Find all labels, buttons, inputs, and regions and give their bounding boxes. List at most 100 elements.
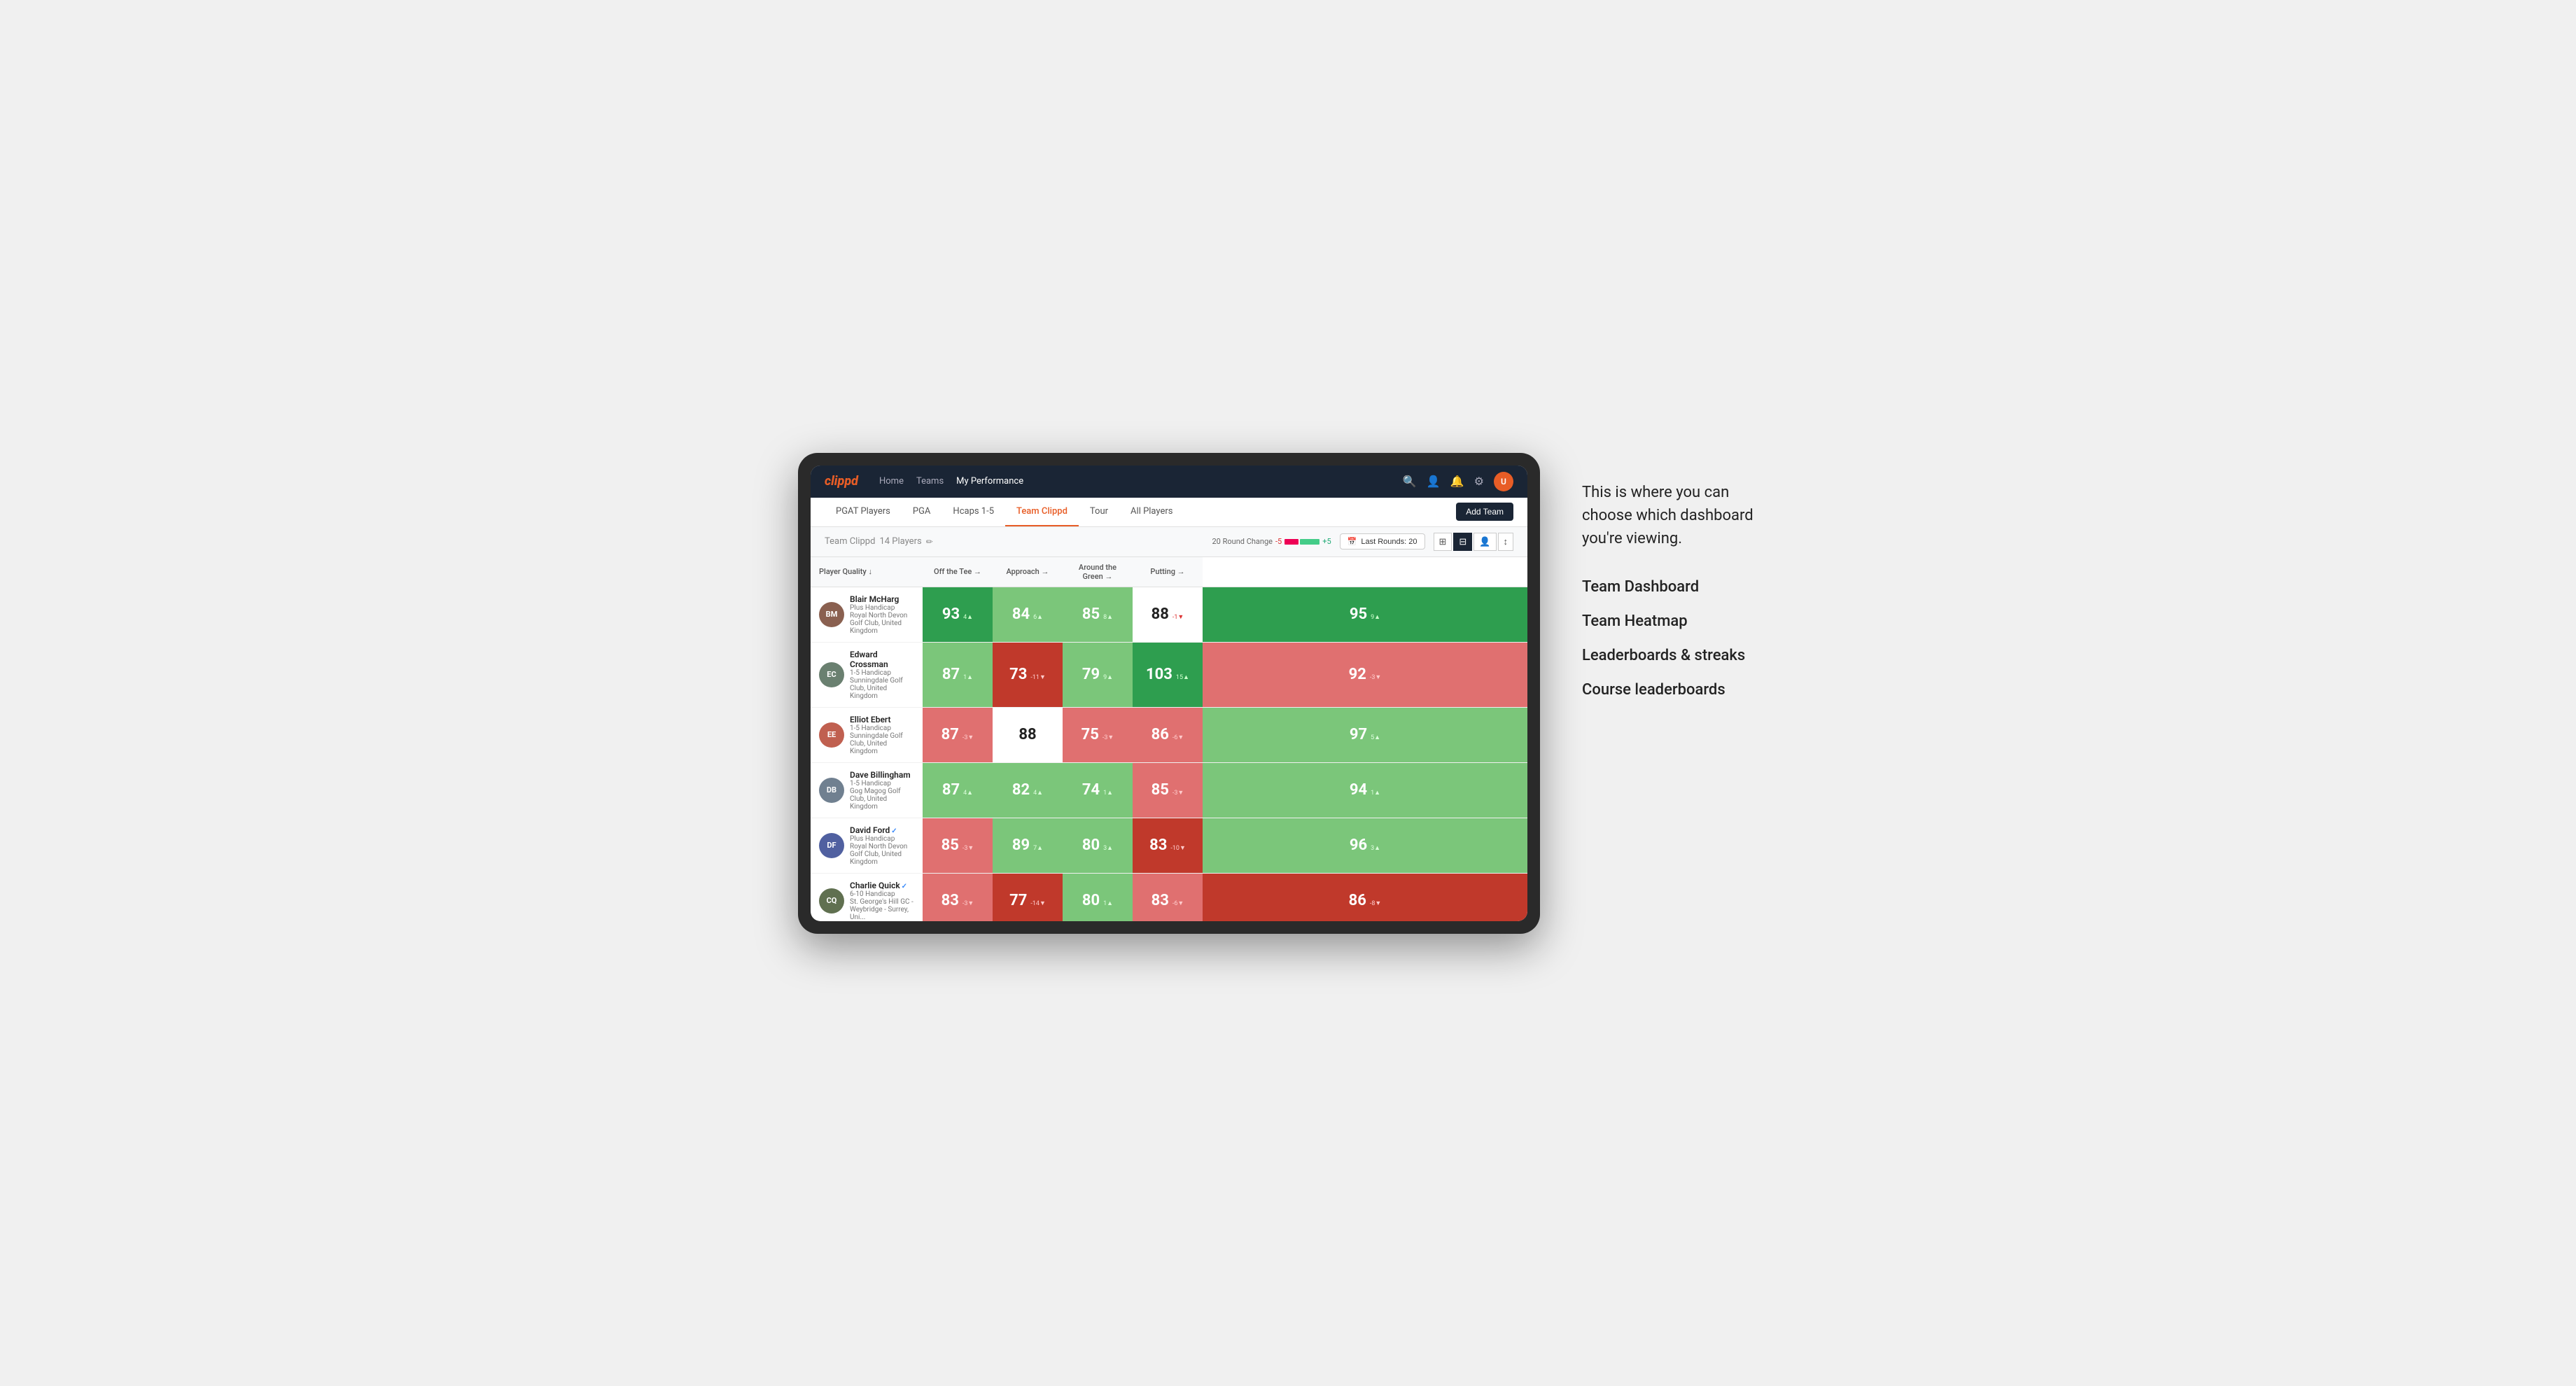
metric-off_tee: 89 7▲ [993, 818, 1063, 873]
metric-player_quality: 93 4▲ [923, 587, 993, 642]
metric-value: 87 [942, 666, 960, 683]
bell-icon[interactable]: 🔔 [1450, 475, 1464, 488]
player-name[interactable]: Dave Billingham [850, 770, 914, 780]
metric-around_green: 88 -1▼ [1133, 587, 1203, 642]
player-name[interactable]: Edward Crossman [850, 650, 914, 669]
player-cell: DF David Ford✓ Plus Handicap Royal North… [811, 818, 923, 873]
metric-value: 103 [1146, 666, 1172, 683]
sub-nav-pga[interactable]: PGA [902, 498, 942, 526]
player-cell: BM Blair McHarg Plus Handicap Royal Nort… [811, 587, 923, 642]
player-name[interactable]: Elliot Ebert [850, 715, 914, 724]
app-logo: clippd [825, 474, 858, 489]
player-info: Charlie Quick✓ 6-10 Handicap St. George'… [850, 881, 914, 921]
settings-icon[interactable]: ⚙ [1474, 475, 1484, 488]
metric-change: 4▲ [1033, 790, 1043, 797]
metric-change: 6▲ [1033, 614, 1043, 621]
user-avatar[interactable]: U [1494, 472, 1513, 491]
player-name[interactable]: Charlie Quick✓ [850, 881, 914, 890]
sub-nav-all-players[interactable]: All Players [1119, 498, 1184, 526]
metric-change: -3▼ [1102, 734, 1114, 741]
metric-player_quality: 87 4▲ [923, 762, 993, 818]
metric-value: 87 [942, 781, 960, 799]
metric-around_green: 83 -10▼ [1133, 818, 1203, 873]
player-handicap: 6-10 Handicap [850, 890, 914, 898]
table-row[interactable]: DF David Ford✓ Plus Handicap Royal North… [811, 818, 1527, 873]
table-row[interactable]: EE Elliot Ebert 1-5 Handicap Sunningdale… [811, 707, 1527, 762]
metric-change: -3▼ [962, 845, 974, 852]
metric-player_quality: 85 -3▼ [923, 818, 993, 873]
table-row[interactable]: EC Edward Crossman 1-5 Handicap Sunningd… [811, 642, 1527, 707]
player-avatar: DB [819, 778, 844, 803]
player-avatar: CQ [819, 888, 844, 913]
col-putting[interactable]: Putting → [1133, 557, 1203, 587]
metric-putting: 86 -8▼ [1203, 873, 1527, 921]
metric-change: 5▲ [1371, 734, 1380, 741]
metric-change: -14▼ [1030, 900, 1046, 907]
nav-my-performance[interactable]: My Performance [956, 473, 1023, 489]
metric-change: -6▼ [1172, 900, 1184, 907]
metric-putting: 94 1▲ [1203, 762, 1527, 818]
sub-nav-tour[interactable]: Tour [1079, 498, 1119, 526]
sub-nav-pgat[interactable]: PGAT Players [825, 498, 902, 526]
metric-change: -8▼ [1370, 900, 1381, 907]
metric-off_tee: 82 4▲ [993, 762, 1063, 818]
metric-change: -3▼ [1370, 674, 1381, 681]
nav-teams[interactable]: Teams [916, 473, 944, 489]
metric-value: 85 [1152, 781, 1169, 799]
player-handicap: 1-5 Handicap [850, 724, 914, 732]
metric-off_tee: 73 -11▼ [993, 642, 1063, 707]
player-cell: DB Dave Billingham 1-5 Handicap Gog Mago… [811, 762, 923, 818]
view-grid-button[interactable]: ⊟ [1453, 533, 1472, 551]
nav-home[interactable]: Home [879, 473, 904, 489]
player-club: Royal North Devon Golf Club, United King… [850, 612, 914, 635]
col-around-green[interactable]: Around the Green → [1063, 557, 1133, 587]
player-name[interactable]: David Ford✓ [850, 825, 914, 835]
metric-value: 88 [1018, 726, 1036, 743]
table-row[interactable]: CQ Charlie Quick✓ 6-10 Handicap St. Geor… [811, 873, 1527, 921]
metric-putting: 96 3▲ [1203, 818, 1527, 873]
player-info: Elliot Ebert 1-5 Handicap Sunningdale Go… [850, 715, 914, 755]
last-rounds-button[interactable]: 📅 Last Rounds: 20 [1340, 533, 1425, 550]
metric-off_tee: 88 [993, 707, 1063, 762]
edit-icon[interactable]: ✏ [926, 537, 933, 547]
add-team-button[interactable]: Add Team [1456, 503, 1513, 521]
team-player-count: 14 Players [879, 536, 921, 547]
player-club: St. George's Hill GC - Weybridge - Surre… [850, 898, 914, 921]
profile-icon[interactable]: 👤 [1427, 475, 1441, 488]
last-rounds-icon: 📅 [1348, 537, 1357, 546]
metric-approach: 74 1▲ [1063, 762, 1133, 818]
metric-approach: 80 3▲ [1063, 818, 1133, 873]
change-bar [1284, 539, 1320, 545]
verified-icon: ✓ [891, 827, 897, 835]
player-name[interactable]: Blair McHarg [850, 594, 914, 604]
metric-off_tee: 84 6▲ [993, 587, 1063, 642]
player-handicap: 1-5 Handicap [850, 669, 914, 677]
player-club: Sunningdale Golf Club, United Kingdom [850, 732, 914, 755]
metric-value: 75 [1082, 726, 1099, 743]
table-scroll-area[interactable]: Player Quality ↓ Off the Tee → Approach … [811, 557, 1527, 921]
metric-change: 8▲ [1103, 614, 1113, 621]
table-row[interactable]: DB Dave Billingham 1-5 Handicap Gog Mago… [811, 762, 1527, 818]
metric-value: 86 [1349, 892, 1366, 909]
view-heat-button[interactable]: 👤 [1474, 533, 1496, 551]
tablet-frame: clippd Home Teams My Performance 🔍 👤 🔔 ⚙… [798, 453, 1540, 934]
player-club: Royal North Devon Golf Club, United King… [850, 843, 914, 866]
view-list-button[interactable]: ⊞ [1434, 533, 1452, 551]
table-header-row: Player Quality ↓ Off the Tee → Approach … [811, 557, 1527, 587]
table-row[interactable]: BM Blair McHarg Plus Handicap Royal Nort… [811, 587, 1527, 642]
sub-nav-hcaps[interactable]: Hcaps 1-5 [941, 498, 1005, 526]
metric-around_green: 83 -6▼ [1133, 873, 1203, 921]
metric-change: 9▲ [1371, 614, 1380, 621]
metric-value: 86 [1152, 726, 1169, 743]
search-icon[interactable]: 🔍 [1403, 475, 1417, 488]
col-approach[interactable]: Approach → [993, 557, 1063, 587]
player-club: Sunningdale Golf Club, United Kingdom [850, 677, 914, 700]
player-info: Dave Billingham 1-5 Handicap Gog Magog G… [850, 770, 914, 811]
metric-value: 88 [1152, 606, 1169, 623]
metric-change: 1▲ [1103, 790, 1113, 797]
metric-value: 73 [1009, 666, 1027, 683]
col-player-quality[interactable]: Player Quality ↓ [811, 557, 923, 587]
sub-nav-team-clippd[interactable]: Team Clippd [1005, 498, 1079, 526]
view-sort-button[interactable]: ↕ [1498, 533, 1514, 551]
col-off-tee[interactable]: Off the Tee → [923, 557, 993, 587]
